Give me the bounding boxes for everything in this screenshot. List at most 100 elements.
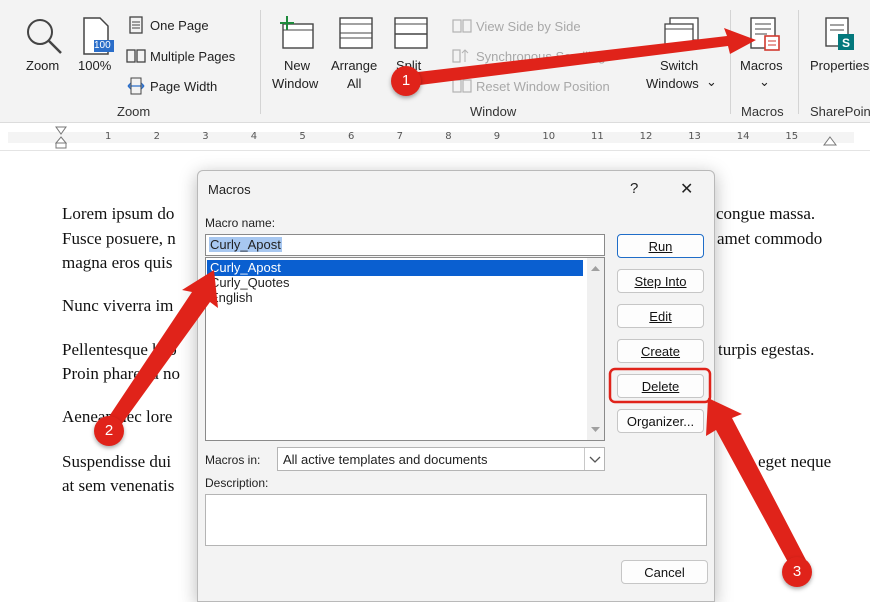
list-scrollbar[interactable]	[587, 258, 604, 440]
macro-name-label: Macro name:	[205, 216, 276, 230]
zoom-100-label: 100%	[78, 58, 112, 73]
ruler-tick-label: 4	[250, 131, 258, 142]
new-window-button[interactable]: New Window	[268, 12, 326, 92]
page-width-label: Page Width	[150, 79, 218, 94]
properties-button[interactable]: S Properties	[804, 12, 870, 92]
one-page-label: One Page	[150, 18, 209, 33]
ruler-tick-label: 2	[153, 131, 160, 142]
step-into-button[interactable]: Step Into	[617, 269, 704, 293]
zoom-button[interactable]: Zoom	[18, 12, 70, 82]
split-icon	[394, 17, 428, 49]
list-item[interactable]: English	[210, 290, 253, 306]
run-button[interactable]: Run	[617, 234, 704, 258]
macros-button[interactable]: Macros ⌄	[736, 12, 794, 92]
zoom-100-button[interactable]: 100 100%	[76, 12, 116, 82]
ruler-tick-label: 7	[396, 131, 403, 142]
macros-icon	[750, 17, 780, 51]
horizontal-ruler[interactable]: 1 2 3 4 5 6 7 8 9 10 11 12 13 14 15	[0, 124, 870, 151]
sync-scroll-icon	[452, 49, 469, 63]
list-item[interactable]: Curly_Apost	[210, 260, 281, 276]
new-window-label-2: Window	[272, 76, 319, 91]
synchronous-scrolling-label: Synchronous Scrolling	[476, 49, 606, 64]
close-icon[interactable]: ✕	[680, 179, 693, 199]
organizer-button[interactable]: Organizer...	[617, 409, 704, 433]
switch-windows-icon	[664, 17, 699, 47]
macros-caret-icon: ⌄	[759, 74, 770, 89]
view-side-by-side-label: View Side by Side	[476, 19, 581, 34]
svg-text:S: S	[842, 36, 850, 50]
ruler-tick-label: 12	[639, 131, 653, 142]
macros-label: Macros	[740, 58, 783, 73]
cancel-button[interactable]: Cancel	[621, 560, 708, 584]
ruler-tick-label: 1	[105, 131, 112, 142]
ruler-tick-label: 5	[299, 131, 306, 142]
ruler-tick-label: 9	[493, 131, 501, 142]
ruler-tick-label: 10	[542, 131, 556, 142]
ruler-tick-label: 14	[736, 131, 750, 142]
doc-line: congue massa.	[716, 204, 816, 223]
macro-list[interactable]: Curly_Apost Curly_Quotes English	[205, 257, 605, 441]
macros-group-label: Macros	[741, 104, 784, 119]
ribbon: Zoom 100 100% One Page Multiple Pages Pa…	[0, 0, 870, 123]
scroll-up-icon[interactable]	[587, 261, 604, 275]
multiple-pages-label: Multiple Pages	[150, 49, 236, 64]
arrow-3	[706, 398, 806, 566]
doc-line: Suspendisse dui	[62, 452, 172, 471]
doc-line: Nunc viverra im	[62, 296, 174, 315]
edit-button[interactable]: Edit	[617, 304, 704, 328]
doc-line: Proin pharetra no	[62, 364, 181, 383]
group-divider	[730, 10, 731, 114]
switch-windows-label-2: Windows	[646, 76, 699, 91]
group-divider	[260, 10, 261, 114]
create-button-label: Create	[640, 344, 681, 359]
ruler-tick-label: 15	[785, 131, 799, 142]
delete-button[interactable]: Delete	[617, 374, 704, 398]
arrange-all-label-2: All	[347, 76, 362, 91]
select-divider	[584, 448, 585, 470]
macros-in-value: All active templates and documents	[283, 452, 488, 467]
switch-windows-label-1: Switch	[660, 58, 699, 73]
list-item[interactable]: Curly_Quotes	[210, 275, 289, 291]
scroll-down-icon[interactable]	[587, 423, 604, 437]
doc-line: Pellentesque hab	[62, 340, 177, 359]
reset-window-position-button: Reset Window Position	[452, 77, 632, 97]
edit-button-label: Edit	[649, 309, 672, 324]
reset-window-position-label: Reset Window Position	[476, 79, 610, 94]
right-indent-marker-icon[interactable]	[823, 136, 837, 148]
doc-line: Lorem ipsum do	[62, 204, 175, 223]
arrange-all-button[interactable]: Arrange All	[328, 12, 384, 92]
arrange-all-label-1: Arrange	[331, 58, 378, 73]
chevron-down-icon[interactable]	[587, 454, 603, 466]
zoom-group-label: Zoom	[117, 104, 151, 119]
switch-windows-button[interactable]: Switch Windows ⌄	[640, 12, 722, 92]
macros-in-select[interactable]: All active templates and documents	[277, 447, 605, 471]
macros-dialog: Macros ? ✕ Macro name: Curly_Apost Curly…	[197, 170, 715, 602]
create-button[interactable]: Create	[617, 339, 704, 363]
doc-line: eget neque	[758, 452, 832, 471]
description-label: Description:	[205, 476, 269, 490]
run-button-label: Run	[648, 239, 673, 254]
page-width-icon	[127, 77, 145, 95]
multiple-pages-button[interactable]: Multiple Pages	[126, 47, 256, 67]
switch-windows-caret-icon: ⌄	[706, 74, 717, 89]
dialog-title: Macros	[208, 182, 251, 197]
one-page-button[interactable]: One Page	[126, 16, 246, 36]
ruler-tick-label: 6	[348, 131, 355, 142]
indent-marker-icon[interactable]	[54, 125, 68, 149]
doc-line: magna eros quis	[62, 253, 173, 272]
side-by-side-icon	[452, 19, 472, 33]
annotation-badge: 1	[391, 66, 421, 96]
page-width-button[interactable]: Page Width	[126, 77, 246, 97]
ruler-tick-label: 11	[591, 131, 604, 142]
macros-in-label: Macros in:	[205, 453, 261, 467]
cancel-button-label: Cancel	[644, 565, 685, 580]
reset-window-icon	[452, 79, 472, 93]
help-button[interactable]: ?	[630, 180, 638, 197]
ruler-track	[8, 132, 854, 143]
properties-label: Properties	[810, 58, 870, 73]
macro-name-input[interactable]: Curly_Apost	[205, 234, 605, 256]
synchronous-scrolling-button: Synchronous Scrolling	[452, 47, 622, 67]
organizer-button-label: Organizer...	[626, 414, 695, 429]
sharepoint-group-label: SharePoint	[810, 104, 870, 119]
ruler-tick-label: 3	[202, 131, 209, 142]
